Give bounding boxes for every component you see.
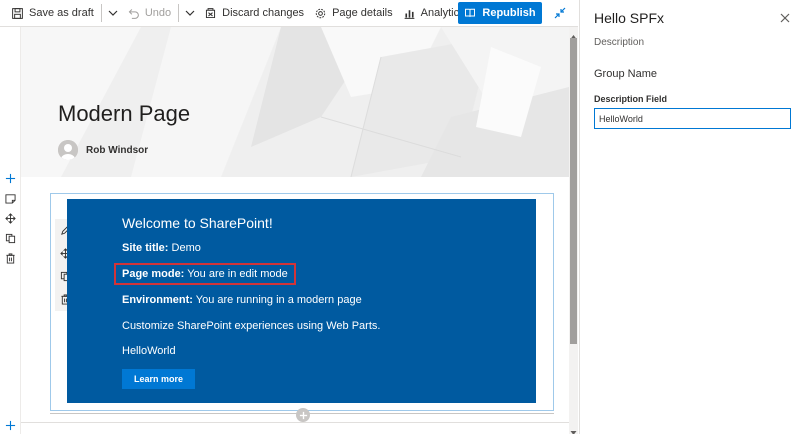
book-icon: [465, 8, 476, 17]
scrollbar-thumb[interactable]: [570, 38, 577, 344]
description-field-input[interactable]: [594, 108, 791, 129]
author-name: Rob Windsor: [86, 144, 149, 156]
plus-icon: [299, 411, 307, 419]
undo-options-chevron[interactable]: [181, 0, 199, 27]
property-pane: Hello SPFx Description Group Name Descri…: [579, 0, 800, 434]
page-mode-line: Page mode: You are in edit mode: [122, 268, 288, 280]
description-text: HelloWorld: [122, 345, 176, 357]
plus-icon: [5, 420, 15, 430]
page-details-button[interactable]: Page details: [309, 0, 398, 27]
page-canvas: Modern Page Rob Windsor Welcome to Share: [21, 27, 569, 434]
chevron-down-icon: [108, 10, 118, 16]
chevron-down-icon: [185, 10, 195, 16]
move-icon: [4, 212, 16, 224]
page-mode-label: Page mode:: [122, 268, 185, 280]
section-edit-icon: [4, 193, 16, 204]
duplicate-section-button[interactable]: [0, 228, 20, 248]
move-section-button[interactable]: [0, 208, 20, 228]
republish-label: Republish: [482, 7, 536, 19]
add-section-bottom-button[interactable]: [0, 417, 20, 433]
delete-section-button[interactable]: [0, 248, 20, 268]
site-title-label: Site title:: [122, 242, 169, 254]
copy-icon: [5, 233, 15, 243]
save-as-draft-label: Save as draft: [29, 7, 94, 19]
section-toolbar: [0, 168, 20, 268]
divider: [100, 4, 102, 22]
republish-button[interactable]: Republish: [458, 2, 542, 24]
save-options-chevron[interactable]: [104, 0, 122, 27]
scroll-up-arrow[interactable]: [569, 28, 578, 39]
environment-line: Environment: You are running in a modern…: [122, 294, 362, 306]
hello-world-webpart[interactable]: Welcome to SharePoint! Site title: Demo …: [67, 199, 536, 403]
chevron-down-icon: [570, 431, 577, 434]
close-icon[interactable]: [779, 12, 791, 24]
plus-icon: [5, 173, 15, 183]
person-icon: [58, 140, 78, 160]
discard-icon: [206, 7, 216, 18]
collapse-icon: [554, 7, 566, 19]
analytics-icon: [404, 9, 414, 19]
discard-changes-button[interactable]: Discard changes: [199, 0, 309, 27]
page-title[interactable]: Modern Page: [58, 101, 190, 127]
learn-more-button[interactable]: Learn more: [122, 369, 195, 389]
page-section[interactable]: Welcome to SharePoint! Site title: Demo …: [50, 193, 554, 411]
gear-icon: [315, 8, 326, 18]
pane-description: Description: [594, 37, 645, 48]
save-icon: [12, 7, 23, 19]
undo-icon: [128, 8, 139, 19]
collapse-pane-button[interactable]: [552, 5, 568, 21]
edit-section-button[interactable]: [0, 188, 20, 208]
site-title-line: Site title: Demo: [122, 242, 201, 254]
discard-changes-label: Discard changes: [222, 7, 305, 19]
save-as-draft-button[interactable]: Save as draft: [6, 0, 99, 27]
group-name-heading: Group Name: [594, 68, 657, 80]
canvas-divider: [21, 422, 569, 423]
author-byline: Rob Windsor: [58, 140, 148, 160]
page-mode-value: You are in edit mode: [187, 268, 288, 280]
undo-label: Undo: [144, 7, 172, 19]
environment-value: You are running in a modern page: [195, 294, 362, 306]
divider: [178, 4, 180, 22]
customize-text: Customize SharePoint experiences using W…: [122, 320, 381, 332]
page-details-label: Page details: [332, 7, 393, 19]
add-section-button[interactable]: [0, 168, 20, 188]
environment-label: Environment:: [122, 294, 193, 306]
description-field-label: Description Field: [594, 94, 668, 104]
title-region[interactable]: Modern Page Rob Windsor: [21, 27, 569, 177]
pane-title: Hello SPFx: [594, 10, 665, 26]
undo-button[interactable]: Undo: [122, 0, 176, 27]
trash-icon: [5, 252, 15, 264]
welcome-heading: Welcome to SharePoint!: [122, 215, 273, 231]
avatar: [58, 140, 78, 160]
add-webpart-button[interactable]: [296, 408, 310, 422]
site-title-value: Demo: [171, 242, 201, 254]
scroll-down-arrow[interactable]: [569, 424, 578, 434]
